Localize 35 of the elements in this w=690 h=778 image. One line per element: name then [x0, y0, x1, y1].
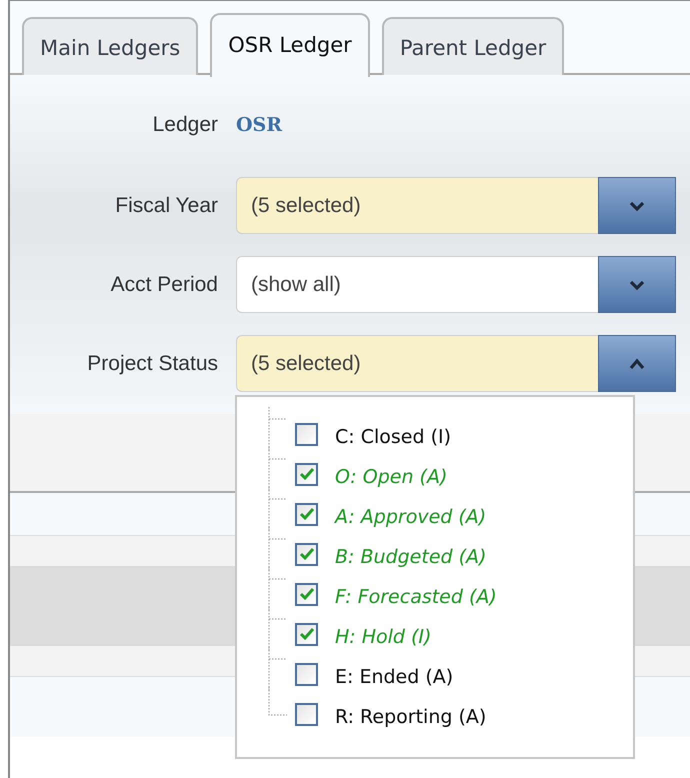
select-field[interactable]: (5 selected) — [236, 335, 598, 392]
filter-label: Project Status — [86, 352, 218, 376]
checkbox[interactable] — [295, 662, 318, 686]
chevron-up-icon — [629, 358, 645, 370]
ledger-value: OSR — [236, 114, 282, 136]
option-label[interactable]: F: Forecasted (A) — [335, 586, 497, 608]
filter-label: Acct Period — [110, 272, 218, 296]
checkbox[interactable] — [295, 622, 318, 646]
ledger-label: Ledger — [152, 113, 218, 137]
option-label[interactable]: C: Closed (I) — [335, 426, 451, 448]
option-label[interactable]: O: Open (A) — [335, 466, 448, 488]
chevron-down-icon — [629, 278, 645, 290]
check-icon — [298, 507, 314, 521]
tab[interactable]: Main Ledgers — [22, 17, 198, 75]
option-label[interactable]: B: Budgeted (A) — [335, 546, 486, 568]
checkbox[interactable] — [295, 462, 318, 486]
option-label[interactable]: R: Reporting (A) — [335, 706, 486, 728]
check-icon — [298, 587, 314, 601]
checkbox[interactable] — [295, 702, 318, 726]
checkbox[interactable] — [295, 502, 318, 526]
checkbox[interactable] — [295, 582, 318, 606]
chevron-down-icon — [629, 200, 645, 212]
option-label[interactable]: E: Ended (A) — [335, 666, 454, 688]
checkbox[interactable] — [295, 422, 318, 446]
tab[interactable]: OSR Ledger — [210, 13, 370, 77]
check-icon — [298, 547, 314, 561]
select-field[interactable]: (show all) — [236, 256, 598, 313]
select-field[interactable]: (5 selected) — [236, 177, 598, 234]
check-icon — [298, 467, 314, 481]
option-label[interactable]: A: Approved (A) — [335, 506, 486, 528]
tab[interactable]: Parent Ledger — [382, 17, 564, 75]
filter-label: Fiscal Year — [114, 194, 218, 218]
checkbox[interactable] — [295, 542, 318, 566]
check-icon — [298, 627, 314, 641]
option-label[interactable]: H: Hold (I) — [335, 626, 432, 648]
